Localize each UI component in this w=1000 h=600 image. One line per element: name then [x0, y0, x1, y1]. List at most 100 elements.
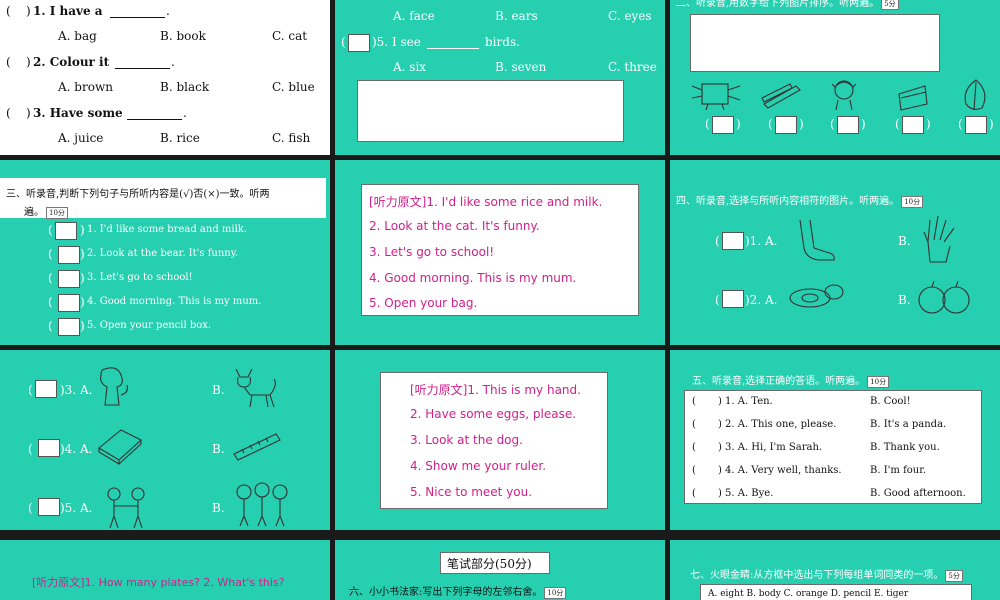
pic-q3-b: B. — [212, 383, 225, 397]
answer-area[interactable] — [690, 14, 940, 72]
pic-answer-2[interactable] — [722, 290, 744, 308]
pic-answer-4[interactable] — [38, 439, 60, 457]
kids-greeting-icon — [107, 487, 145, 529]
pic-q4-b: B. — [212, 442, 225, 456]
reply-row-5-b: B. Good afternoon. — [870, 488, 966, 499]
written-section-title: 笔试部分(50分) — [447, 557, 532, 571]
transcript-line-5: 5. Open your bag. — [369, 296, 478, 310]
section-7-header: 七、火眼金睛:从方框中选出与下列每组单词同类的一项。 5分 — [690, 566, 963, 582]
pencils-icon — [761, 83, 801, 109]
transcript-line-2: 2. Look at the cat. It's funny. — [369, 219, 540, 233]
pic-q4: )4. A. — [60, 442, 93, 456]
judge-box-1[interactable] — [55, 222, 77, 240]
reply-row-3-b: B. Thank you. — [870, 442, 940, 453]
order-box-robot[interactable] — [712, 116, 734, 134]
order-box-cake[interactable] — [902, 116, 924, 134]
transcript-line-4: 4. Show me your ruler. — [410, 459, 547, 473]
foot-icon — [799, 219, 835, 261]
q5-answer-box[interactable] — [348, 34, 370, 52]
reply-row-2: 2. A. This one, please. — [725, 419, 837, 430]
cat-icon — [235, 368, 276, 408]
q2-blank[interactable] — [115, 68, 170, 69]
q4-option-c: C. eyes — [608, 9, 652, 23]
judge-box-5[interactable] — [58, 318, 80, 336]
slide-8: [听力原文]1. This is my hand. 2. Have some e… — [335, 350, 665, 530]
reply-row-1-b: B. Cool! — [870, 396, 911, 407]
slide-5: [听力原文]1. I'd like some rice and milk. 2.… — [335, 160, 665, 345]
q3-option-a: A. juice — [58, 131, 104, 145]
q2-paren: ( — [6, 55, 11, 69]
apples-icon — [918, 280, 970, 314]
q3-option-c: C. fish — [272, 131, 311, 145]
q5-option-b: B. seven — [495, 60, 547, 74]
score-badge: 10分 — [46, 206, 68, 219]
q1-text: 1. I have a — [33, 4, 103, 18]
q4-option-b: B. ears — [495, 9, 538, 23]
pic-q5: )5. A. — [60, 501, 93, 515]
q1-paren: ( — [6, 4, 11, 18]
pic-q5-b: B. — [212, 501, 225, 515]
q4-option-a: A. face — [393, 9, 435, 23]
q3-paren-close: ) — [26, 106, 31, 120]
q5-option-c: C. three — [608, 60, 657, 74]
pic-answer-5[interactable] — [38, 498, 60, 516]
q3-paren: ( — [6, 106, 11, 120]
section-3-header-2: 遍。 10分 — [24, 203, 68, 219]
q2-paren-close: ) — [26, 55, 31, 69]
slide-2: A. face B. ears C. eyes ( )5. I see bird… — [335, 0, 665, 155]
girl-icon — [831, 80, 857, 111]
q3-blank[interactable] — [127, 119, 182, 120]
judge-box-3[interactable] — [58, 270, 80, 288]
q3-option-b: B. rice — [160, 131, 200, 145]
score-badge: 10分 — [544, 586, 567, 599]
pic-answer-3[interactable] — [35, 380, 57, 398]
judge-item-1: 1. I'd like some bread and milk. — [87, 224, 248, 235]
section-2-header: 二、听录音,用数字给下列图片排序。听两遍。 5分 — [676, 0, 899, 10]
transcript-line-5: 5. Nice to meet you. — [410, 485, 533, 499]
eggs-plate-icon — [789, 284, 844, 308]
slide-7: ( )3. A. B. ( )4. A. B. ( )5. A. B. — [0, 350, 330, 530]
q1-paren-close: ) — [26, 4, 31, 18]
reply-row-1: 1. A. Ten. — [725, 396, 773, 407]
reply-row-5: 5. A. Bye. — [725, 488, 774, 499]
pic-q2-b: B. — [898, 293, 911, 307]
transcript-line-4: 4. Good morning. This is my mum. — [369, 271, 577, 285]
transcript-line-2: 2. Have some eggs, please. — [410, 407, 577, 421]
section-3-header: 三、听录音,判断下列句子与所听内容是(√)否(×)一致。听两 — [6, 189, 270, 200]
q3-period: . — [183, 106, 187, 120]
slide-1: ( ) 1. I have a . A. bag B. book C. cat … — [0, 0, 330, 155]
answer-area[interactable] — [357, 80, 624, 142]
q5-option-a: A. six — [393, 60, 427, 74]
judge-box-4[interactable] — [58, 294, 80, 312]
judge-item-4: 4. Good morning. This is my mum. — [87, 296, 262, 307]
leaf-icon — [964, 79, 986, 111]
transcript-line-3: 3. Let's go to school! — [369, 245, 495, 259]
q2-option-c: C. blue — [272, 80, 315, 94]
reply-row-4: 4. A. Very well, thanks. — [725, 465, 842, 476]
q5-text: )5. I see — [372, 35, 421, 49]
judge-box-2[interactable] — [58, 246, 80, 264]
judge-item-2: 2. Look at the bear. It's funny. — [87, 248, 239, 259]
slide-11: 笔试部分(50分) 六、小小书法家:写出下列字母的左邻右舍。 10分 — [335, 540, 665, 600]
pic-q2: )2. A. — [745, 293, 778, 307]
q5-blank[interactable] — [427, 48, 479, 49]
q2-option-a: A. brown — [58, 80, 113, 94]
ruler-icon — [233, 433, 281, 461]
transcript-line-1: [听力原文]1. This is my hand. — [410, 383, 581, 397]
pic-answer-1[interactable] — [722, 232, 744, 250]
pic-q3: )3. A. — [60, 383, 93, 397]
order-box-pencils[interactable] — [775, 116, 797, 134]
q1-blank[interactable] — [110, 17, 165, 18]
slide-6: 四、听录音,选择与所听内容相符的图片。听两遍。 10分 ( )1. A. B. (… — [670, 160, 1000, 345]
robot-icon — [691, 83, 741, 111]
transcript-line-1: [听力原文]1. I'd like some rice and milk. — [369, 195, 603, 209]
kids-group-icon — [236, 482, 288, 527]
order-box-girl[interactable] — [837, 116, 859, 134]
section-5-header: 五、听录音,选择正确的答语。听两遍。 10分 — [692, 372, 890, 388]
eraser-icon — [98, 429, 142, 466]
q1-option-a: A. bag — [58, 29, 97, 43]
judge-item-3: 3. Let's go to school! — [87, 272, 193, 283]
transcript-line-3: 3. Look at the dog. — [410, 433, 523, 447]
pic-q1-b: B. — [898, 234, 911, 248]
order-box-leaf[interactable] — [965, 116, 987, 134]
